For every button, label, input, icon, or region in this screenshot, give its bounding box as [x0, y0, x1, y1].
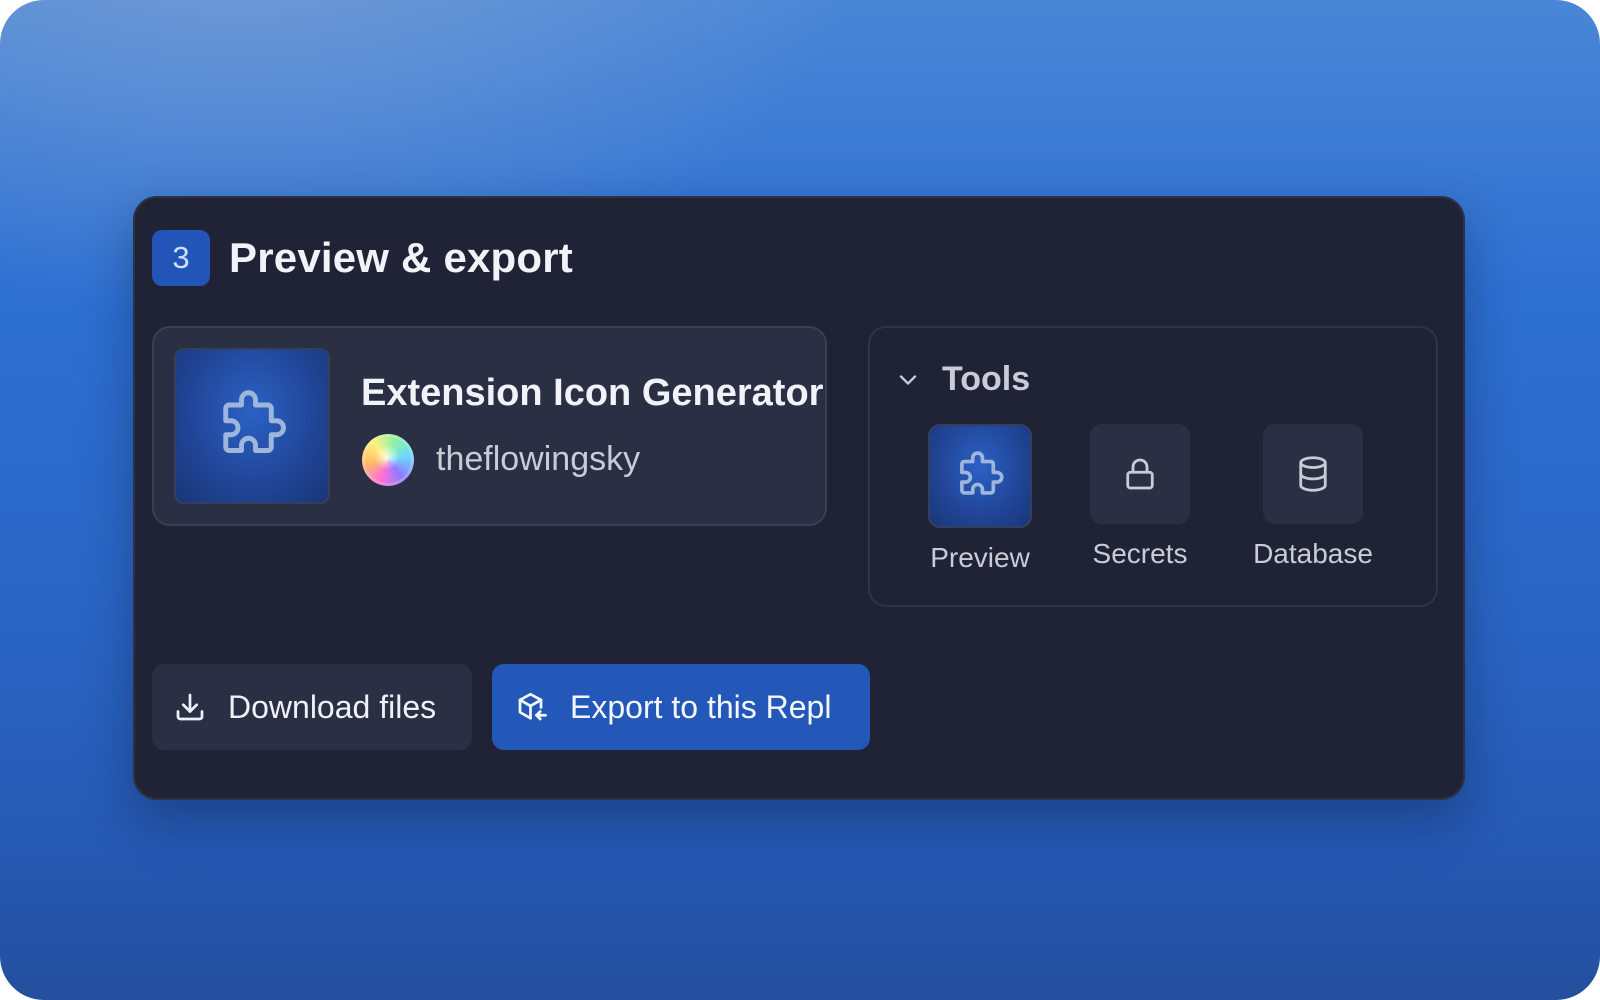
- database-icon: [1299, 456, 1327, 492]
- author-avatar: [362, 434, 414, 486]
- tool-label: Preview: [930, 542, 1030, 573]
- card-title: Preview & export: [229, 234, 573, 281]
- repl-card[interactable]: Extension Icon Generator theflowingsky: [152, 326, 827, 526]
- export-cube-icon: [518, 692, 547, 721]
- export-to-repl-label: Export to this Repl: [570, 688, 832, 725]
- repl-thumbnail: [174, 348, 330, 504]
- repl-author[interactable]: theflowingsky: [436, 440, 640, 479]
- preview-export-card: 3 Preview & export Extension Icon Genera…: [133, 196, 1465, 800]
- puzzle-icon: [223, 390, 286, 453]
- tool-label: Secrets: [1092, 538, 1188, 569]
- tool-database-icon-box[interactable]: [1263, 424, 1363, 524]
- lock-icon: [1126, 458, 1154, 490]
- tool-database[interactable]: Database: [1233, 424, 1393, 570]
- puzzle-icon: [960, 451, 1004, 495]
- step-number-badge: 3: [152, 230, 210, 286]
- tool-label: Database: [1253, 538, 1373, 569]
- tool-preview[interactable]: Preview: [900, 424, 1060, 574]
- download-icon: [176, 693, 204, 721]
- repl-title[interactable]: Extension Icon Generator: [361, 372, 823, 415]
- tools-title[interactable]: Tools: [942, 360, 1030, 399]
- download-files-button[interactable]: Download files: [152, 664, 472, 750]
- tool-secrets-icon-box[interactable]: [1090, 424, 1190, 524]
- tool-secrets[interactable]: Secrets: [1060, 424, 1220, 570]
- tools-panel: Tools Preview Secrets Database: [868, 326, 1438, 607]
- tool-preview-icon-box[interactable]: [928, 424, 1032, 528]
- export-to-repl-button[interactable]: Export to this Repl: [492, 664, 870, 750]
- background: 3 Preview & export Extension Icon Genera…: [0, 0, 1600, 1000]
- download-files-label: Download files: [228, 688, 437, 725]
- chevron-down-icon[interactable]: [894, 366, 922, 394]
